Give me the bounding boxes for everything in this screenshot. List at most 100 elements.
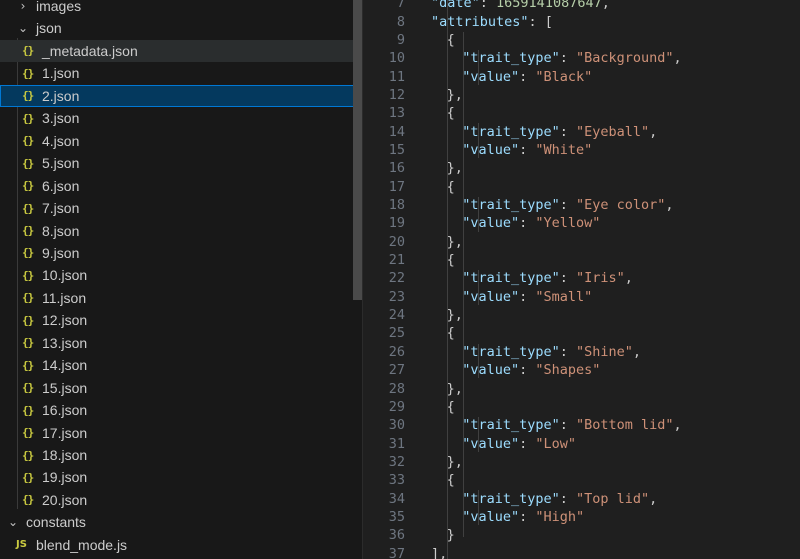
code-token-punc: : — [519, 141, 536, 158]
code-line[interactable]: 32}, — [363, 453, 800, 471]
code-text: "value": "White" — [462, 142, 592, 158]
code-line[interactable]: 12}, — [363, 86, 800, 104]
code-line[interactable]: 31 "value": "Low" — [363, 434, 800, 452]
tree-file-3-json[interactable]: {} 3.json — [0, 107, 362, 129]
line-number: 34 — [388, 490, 405, 507]
json-file-icon: {} — [22, 268, 34, 282]
code-line[interactable]: 28}, — [363, 379, 800, 397]
code-line[interactable]: 16}, — [363, 159, 800, 177]
tree-file-16-json[interactable]: {} 16.json — [0, 399, 362, 421]
code-editor[interactable]: 7 "date": 1659141087647, 8 "attributes": [9… — [363, 0, 800, 559]
code-line[interactable]: 8 "attributes": [ — [363, 12, 800, 30]
code-line[interactable]: 17 { — [363, 178, 800, 196]
code-line[interactable]: 30 "trait_type": "Bottom lid", — [363, 416, 800, 434]
tree-file-7-json[interactable]: {} 7.json — [0, 197, 362, 219]
tree-file-17-json[interactable]: {} 17.json — [0, 422, 362, 444]
code-token-punc: }, — [446, 453, 463, 470]
tree-folder-json[interactable]: ⌄ json — [0, 17, 362, 39]
tree-file-19-json[interactable]: {} 19.json — [0, 466, 362, 488]
tree-item-label: constants — [26, 514, 86, 531]
tree-file-6-json[interactable]: {} 6.json — [0, 175, 362, 197]
tree-file-8-json[interactable]: {} 8.json — [0, 220, 362, 242]
code-token-punc: { — [446, 105, 455, 122]
tree-folder-constants[interactable]: ⌄ constants — [0, 511, 358, 533]
code-line[interactable]: 11 "value": "Black" — [363, 67, 800, 85]
code-line[interactable]: 13 { — [363, 104, 800, 122]
code-line[interactable]: 23 "value": "Small" — [363, 288, 800, 306]
code-line[interactable]: 34 "trait_type": "Top lid", — [363, 489, 800, 507]
tree-file-20-json[interactable]: {} 20.json — [0, 489, 362, 511]
tree-file-2-json[interactable]: {} 2.json — [0, 84, 362, 107]
code-line[interactable]: 14 "trait_type": "Eyeball", — [363, 122, 800, 140]
code-token-str: "Iris" — [576, 270, 625, 287]
code-line[interactable]: 37], — [363, 545, 800, 559]
code-line[interactable]: 24}, — [363, 306, 800, 324]
code-line[interactable]: 21 { — [363, 251, 800, 269]
tree-file-11-json[interactable]: {} 11.json — [0, 287, 362, 309]
line-number: 36 — [388, 527, 405, 544]
json-file-icon: {} — [22, 426, 34, 440]
code-line[interactable]: 35 "value": "High" — [363, 508, 800, 526]
code-line[interactable]: 36} — [363, 526, 800, 544]
explorer-scrollbar[interactable] — [353, 0, 362, 300]
tree-file-blend-mode-js[interactable]: JS blend_mode.js — [0, 534, 362, 556]
code-line[interactable]: 22 "trait_type": "Iris", — [363, 269, 800, 287]
tree-file-4-json[interactable]: {} 4.json — [0, 130, 362, 152]
tree-folder-images[interactable]: › images — [0, 0, 362, 17]
code-token-key: "date" — [431, 0, 480, 12]
code-line[interactable]: 25 { — [363, 324, 800, 342]
code-line[interactable]: 20}, — [363, 233, 800, 251]
line-number: 30 — [388, 417, 405, 434]
tree-item-label: _metadata.json — [42, 42, 138, 59]
code-line[interactable]: 10 "trait_type": "Background", — [363, 49, 800, 67]
code-line[interactable]: 7 "date": 1659141087647, — [363, 0, 800, 12]
line-number: 13 — [388, 105, 405, 122]
tree-file-13-json[interactable]: {} 13.json — [0, 332, 362, 354]
json-file-icon: {} — [22, 156, 34, 170]
code-line[interactable]: 33 { — [363, 471, 800, 489]
code-text: "attributes": [ — [431, 14, 553, 30]
code-line[interactable]: 18 "trait_type": "Eye color", — [363, 196, 800, 214]
line-number: 33 — [388, 472, 405, 489]
javascript-file-icon: JS — [16, 539, 27, 551]
tree-file-15-json[interactable]: {} 15.json — [0, 377, 362, 399]
json-file-icon: {} — [22, 291, 34, 305]
tree-file-9-json[interactable]: {} 9.json — [0, 242, 362, 264]
json-file-icon: {} — [22, 201, 34, 215]
code-token-punc: : — [519, 435, 536, 452]
line-number: 21 — [388, 252, 405, 269]
code-line[interactable]: 29 { — [363, 398, 800, 416]
line-number: 19 — [388, 215, 405, 232]
line-number: 27 — [388, 362, 405, 379]
code-line[interactable]: 27 "value": "Shapes" — [363, 361, 800, 379]
code-token-key: "value" — [462, 435, 520, 452]
tree-file-10-json[interactable]: {} 10.json — [0, 264, 362, 286]
code-token-punc: : — [559, 270, 576, 287]
code-token-str: "Black" — [535, 68, 593, 85]
code-line[interactable]: 26 "trait_type": "Shine", — [363, 343, 800, 361]
code-line[interactable]: 9{ — [363, 31, 800, 49]
code-text: { — [447, 105, 455, 121]
code-line[interactable]: 15 "value": "White" — [363, 141, 800, 159]
chevron-down-icon[interactable]: ⌄ — [6, 515, 20, 529]
tree-file-1-json[interactable]: {} 1.json — [0, 62, 362, 84]
chevron-down-icon[interactable]: ⌄ — [16, 21, 30, 35]
json-file-icon: {} — [22, 246, 34, 260]
line-number: 16 — [388, 160, 405, 177]
code-text: "value": "Low" — [462, 436, 576, 452]
code-text: "date": 1659141087647, — [431, 0, 610, 11]
code-token-punc: : — [559, 50, 576, 67]
tree-item-label: 12.json — [42, 312, 88, 329]
code-token-key: "trait_type" — [462, 417, 560, 434]
code-token-str: "Top lid" — [576, 490, 650, 507]
line-number: 28 — [388, 380, 405, 397]
tree-item-label: 18.json — [42, 447, 88, 463]
tree-file-12-json[interactable]: {} 12.json — [0, 309, 362, 331]
json-file-icon: {} — [22, 179, 34, 193]
tree-file-14-json[interactable]: {} 14.json — [0, 354, 362, 376]
chevron-right-icon[interactable]: › — [16, 0, 30, 13]
tree-file-5-json[interactable]: {} 5.json — [0, 152, 362, 174]
tree-file-metadata-json[interactable]: {} _metadata.json — [0, 39, 362, 62]
tree-file-18-json[interactable]: {} 18.json — [0, 444, 362, 466]
code-line[interactable]: 19 "value": "Yellow" — [363, 214, 800, 232]
